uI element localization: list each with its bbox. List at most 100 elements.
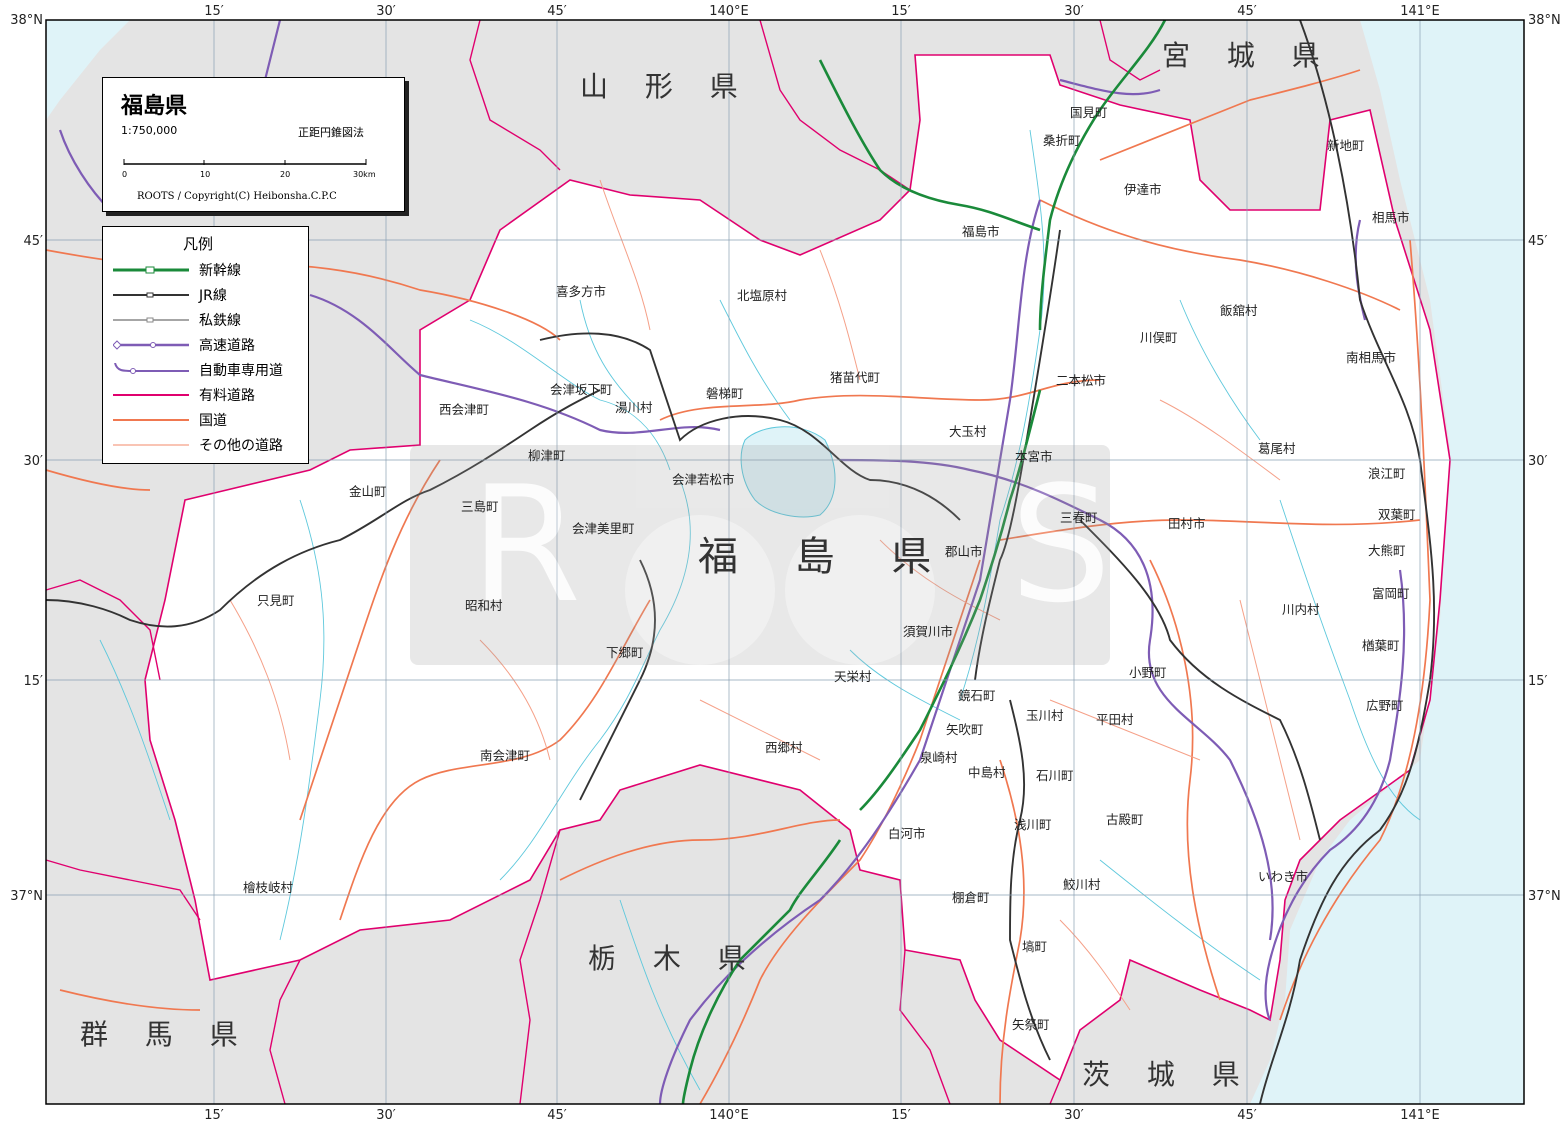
- place-label: 大玉村: [949, 424, 987, 439]
- place-label: 国見町: [1070, 105, 1108, 120]
- place-label: 葛尾村: [1258, 441, 1296, 456]
- place-label: 楢葉町: [1362, 638, 1400, 653]
- scale-bar-label: 10: [200, 170, 211, 179]
- longitude-label-top: 15′: [891, 4, 911, 19]
- place-label: 猪苗代町: [830, 370, 880, 385]
- place-label: 鏡石町: [958, 688, 996, 703]
- place-label: 平田村: [1096, 712, 1134, 727]
- place-label: 会津坂下町: [550, 382, 613, 397]
- longitude-label-top: 30′: [376, 4, 396, 19]
- place-label: 磐梯町: [706, 386, 744, 401]
- place-label: 大熊町: [1368, 543, 1406, 558]
- place-label: 天栄村: [834, 669, 872, 684]
- place-label: 浅川町: [1014, 817, 1052, 832]
- place-label: 北塩原村: [737, 288, 788, 303]
- place-label: 郡山市: [945, 544, 983, 559]
- pref-label-miyagi: 宮 城 県: [1162, 39, 1334, 72]
- place-label: 玉川村: [1026, 708, 1064, 723]
- place-label: 白河市: [888, 826, 926, 841]
- latitude-label-left: 37°N: [10, 889, 43, 904]
- place-label: 須賀川市: [903, 624, 953, 639]
- place-label: 泉崎村: [920, 750, 958, 765]
- longitude-label-top: 30′: [1064, 4, 1084, 19]
- place-label: 二本松市: [1056, 373, 1106, 388]
- pref-label-tochigi: 栃 木 県: [588, 942, 760, 975]
- place-label: 喜多方市: [556, 284, 606, 299]
- place-label: 南相馬市: [1346, 350, 1396, 365]
- legend-symbol-shinkansen: [113, 266, 189, 274]
- svg-text:S: S: [1010, 451, 1112, 638]
- place-label: 三春町: [1060, 510, 1098, 525]
- place-label: 浪江町: [1368, 466, 1406, 481]
- longitude-label-bottom: 30′: [376, 1108, 396, 1123]
- scale-bar-label: 20: [280, 170, 291, 179]
- place-label: 会津若松市: [672, 472, 735, 487]
- map-title-box: 福島県 1:750,000 正距円錐図法 0 10 20 30km ROOTS …: [102, 77, 405, 212]
- place-label: 三島町: [461, 499, 499, 514]
- longitude-label-top: 45′: [1237, 4, 1257, 19]
- copyright-text: ROOTS / Copyright(C) Heibonsha.C.P.C: [137, 191, 337, 202]
- map-title: 福島県: [121, 94, 188, 119]
- legend-item-other-road: その他の道路: [113, 434, 283, 456]
- legend-symbol-private-rail: [113, 317, 189, 323]
- legend-item-motorway: 自動車専用道: [113, 359, 283, 381]
- place-label: 伊達市: [1124, 182, 1162, 197]
- legend-symbol-expressway: [113, 340, 189, 350]
- legend-label: 有料道路: [199, 388, 255, 404]
- longitude-label-bottom: 45′: [547, 1108, 567, 1123]
- legend-item-shinkansen: 新幹線: [113, 259, 241, 281]
- legend-item-national-road: 国道: [113, 409, 227, 431]
- legend-label: 国道: [199, 413, 227, 429]
- latitude-label-right: 30′: [1528, 454, 1548, 469]
- legend-label: 新幹線: [199, 263, 241, 279]
- longitude-label-bottom: 45′: [1237, 1108, 1257, 1123]
- latitude-label-right: 37°N: [1528, 889, 1561, 904]
- place-label: 広野町: [1366, 698, 1404, 713]
- legend-item-private-rail: 私鉄線: [113, 309, 241, 331]
- place-label: 双葉町: [1378, 507, 1416, 522]
- pref-label-gunma: 群 馬 県: [80, 1018, 252, 1051]
- legend-label: その他の道路: [199, 438, 283, 454]
- place-label: いわき市: [1258, 869, 1308, 884]
- latitude-label-right: 15′: [1528, 674, 1548, 689]
- place-label: 只見町: [257, 593, 295, 608]
- legend-item-jr: JR線: [113, 284, 227, 306]
- legend-symbol-motorway: [114, 363, 189, 374]
- longitude-label-bottom: 15′: [204, 1108, 224, 1123]
- longitude-label-bottom: 15′: [891, 1108, 911, 1123]
- place-label: 西会津町: [439, 402, 489, 417]
- place-label: 会津美里町: [572, 521, 635, 536]
- legend-symbol-national-road: [113, 419, 189, 421]
- pref-label-yamagata: 山 形 県: [580, 70, 752, 103]
- map-legend: 凡例 新幹線 JR線 私鉄線 高速道路 自動車専用道 有料道路 国道 その他の道…: [102, 226, 309, 464]
- longitude-label-top: 45′: [547, 4, 567, 19]
- main-prefecture-label: 福 島 県: [698, 534, 953, 580]
- longitude-label-top: 140°E: [709, 4, 749, 19]
- place-label: 金山町: [349, 484, 387, 499]
- place-label: 福島市: [962, 224, 1000, 239]
- place-label: 昭和村: [465, 598, 503, 613]
- latitude-label-left: 38°N: [10, 13, 43, 28]
- place-label: 富岡町: [1372, 586, 1410, 601]
- legend-symbol-jr: [113, 292, 189, 298]
- place-label: 檜枝岐村: [243, 880, 294, 895]
- place-label: 矢祭町: [1012, 1017, 1050, 1032]
- place-label: 古殿町: [1106, 812, 1144, 827]
- latitude-label-right: 38°N: [1528, 13, 1561, 28]
- longitude-label-top: 15′: [204, 4, 224, 19]
- legend-item-toll-road: 有料道路: [113, 384, 255, 406]
- pref-label-ibaraki: 茨 城 県: [1082, 1058, 1254, 1091]
- legend-label: 自動車専用道: [199, 363, 283, 379]
- latitude-label-left: 30′: [24, 454, 44, 469]
- scale-bar-label: 0: [122, 170, 128, 179]
- place-label: 西郷村: [765, 740, 803, 755]
- scale-bar-label: 30km: [353, 170, 376, 179]
- legend-label: JR線: [199, 288, 227, 304]
- place-label: 川内村: [1282, 602, 1320, 617]
- place-label: 石川町: [1036, 768, 1074, 783]
- longitude-label-bottom: 30′: [1064, 1108, 1084, 1123]
- place-label: 塙町: [1022, 939, 1047, 954]
- legend-symbol-other-road: [113, 444, 189, 446]
- legend-label: 私鉄線: [199, 313, 241, 329]
- legend-label: 高速道路: [199, 338, 255, 354]
